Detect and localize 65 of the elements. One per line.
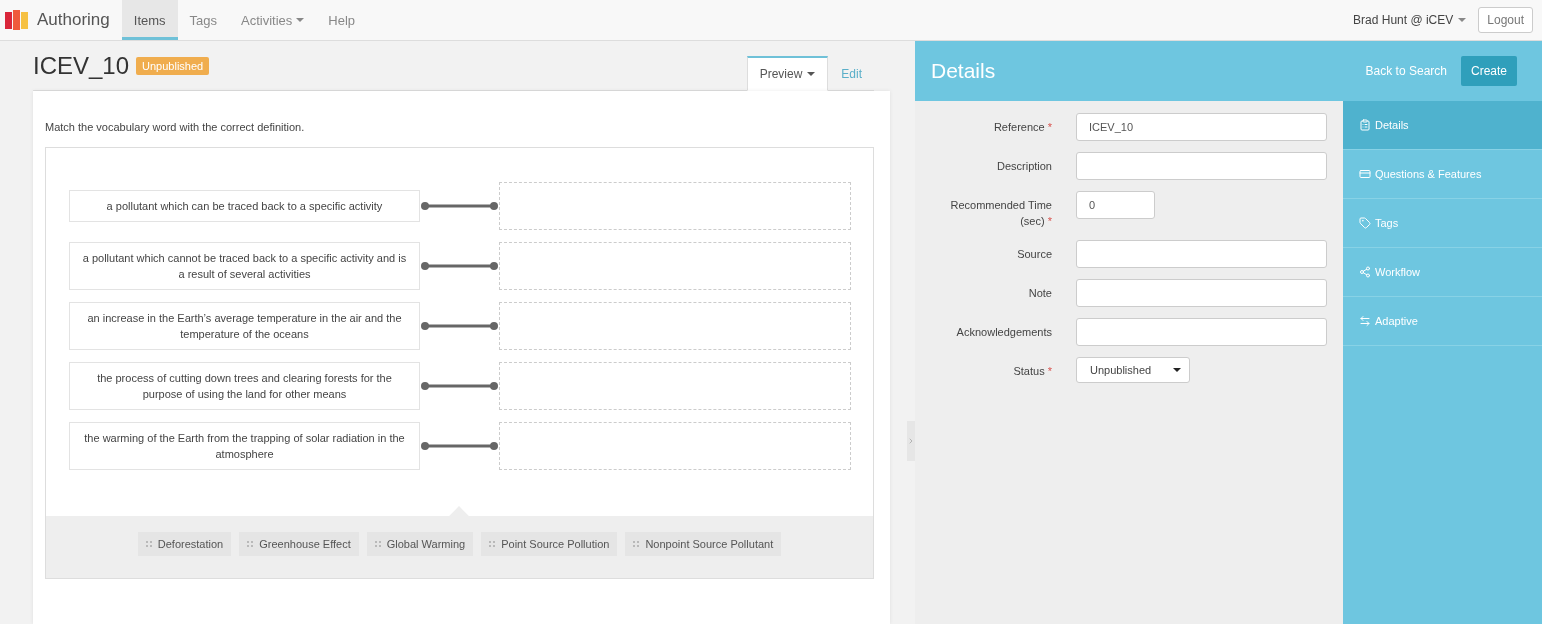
choice-chip[interactable]: Global Warming xyxy=(366,532,474,556)
details-title: Details xyxy=(931,59,996,83)
field-label: Acknowledgements xyxy=(955,325,1052,340)
choice-chip[interactable]: Greenhouse Effect xyxy=(239,532,359,556)
definition-stem: a pollutant which cannot be traced back to a specific activity and is a result of several activities xyxy=(69,242,420,290)
connector-icon xyxy=(420,381,499,391)
input-field[interactable] xyxy=(1076,318,1327,346)
user-menu[interactable]: Brad Hunt @ iCEV xyxy=(1353,0,1479,40)
input-field[interactable]: ICEV_10 xyxy=(1076,113,1327,141)
field-label: Status * xyxy=(1012,364,1052,379)
sidebar-icon xyxy=(1359,119,1371,131)
definition-stem: the process of cutting down trees and clearing forests for the purpose of using the land for other means xyxy=(69,362,420,410)
definition-stem: the warming of the Earth from the trapping of solar radiation in the atmosphere xyxy=(69,422,420,470)
definition-stem: an increase in the Earth’s average temperature in the air and the temperature of the oceans xyxy=(69,302,420,350)
choice-chip[interactable]: Deforestation xyxy=(137,532,232,556)
definition-stem: a pollutant which can be traced back to a specific activity xyxy=(69,190,420,222)
brand-name: Authoring xyxy=(37,10,110,30)
nav-tab[interactable]: Items xyxy=(121,0,178,40)
sidebar-icon xyxy=(1359,315,1371,327)
field-label: Description xyxy=(995,159,1052,174)
connector-icon xyxy=(420,261,499,271)
input-field[interactable] xyxy=(1076,240,1327,268)
drop-zone[interactable] xyxy=(499,182,851,230)
input-field[interactable] xyxy=(1076,152,1327,180)
question-prompt: Match the vocabulary word with the correct definition. xyxy=(45,121,306,133)
connector-icon xyxy=(420,201,499,211)
field-label: Note xyxy=(1027,286,1052,301)
required-mark: * xyxy=(1046,215,1052,227)
input-field[interactable] xyxy=(1076,279,1327,307)
sidebar-item[interactable]: Details xyxy=(1343,101,1542,150)
nav-tab[interactable]: Help xyxy=(316,0,368,40)
drag-handle-icon xyxy=(247,541,254,547)
logout-button[interactable]: Logout xyxy=(1478,7,1533,33)
status-badge: Unpublished xyxy=(136,56,210,75)
field-label: Source xyxy=(1016,247,1052,262)
drop-zone[interactable] xyxy=(499,422,851,470)
drag-handle-icon xyxy=(489,541,496,547)
required-mark: * xyxy=(1046,121,1052,133)
drop-zone[interactable] xyxy=(499,302,851,350)
drag-handle-icon xyxy=(374,541,381,547)
create-button[interactable]: Create xyxy=(1460,56,1517,86)
sidebar-icon xyxy=(1359,168,1371,180)
collapse-handle[interactable] xyxy=(907,421,915,461)
field-label: Recommended Time (sec) * xyxy=(949,198,1052,229)
connector-icon xyxy=(420,321,499,331)
view-tab[interactable]: Preview xyxy=(746,56,829,91)
caret-icon xyxy=(1458,18,1467,22)
field-label: Reference * xyxy=(992,120,1052,135)
input-field[interactable]: 0 xyxy=(1076,191,1155,219)
drag-handle-icon xyxy=(145,541,152,547)
logo-icon xyxy=(5,9,29,31)
nav-tab[interactable]: Tags xyxy=(177,0,230,40)
connector-icon xyxy=(420,441,499,451)
caret-icon xyxy=(1173,368,1181,372)
required-mark: * xyxy=(1046,365,1052,377)
drop-zone[interactable] xyxy=(499,362,851,410)
choice-chip[interactable]: Point Source Pollution xyxy=(481,532,618,556)
nav-tab[interactable]: Activities xyxy=(229,0,317,40)
sidebar-icon xyxy=(1359,266,1371,278)
status-select[interactable]: Unpublished xyxy=(1076,357,1190,383)
drop-zone[interactable] xyxy=(499,242,851,290)
item-title: ICEV_10 xyxy=(33,51,130,80)
drag-handle-icon xyxy=(633,541,640,547)
choice-chip[interactable]: Nonpoint Source Pollutant xyxy=(625,532,782,556)
sidebar-icon xyxy=(1359,217,1371,229)
